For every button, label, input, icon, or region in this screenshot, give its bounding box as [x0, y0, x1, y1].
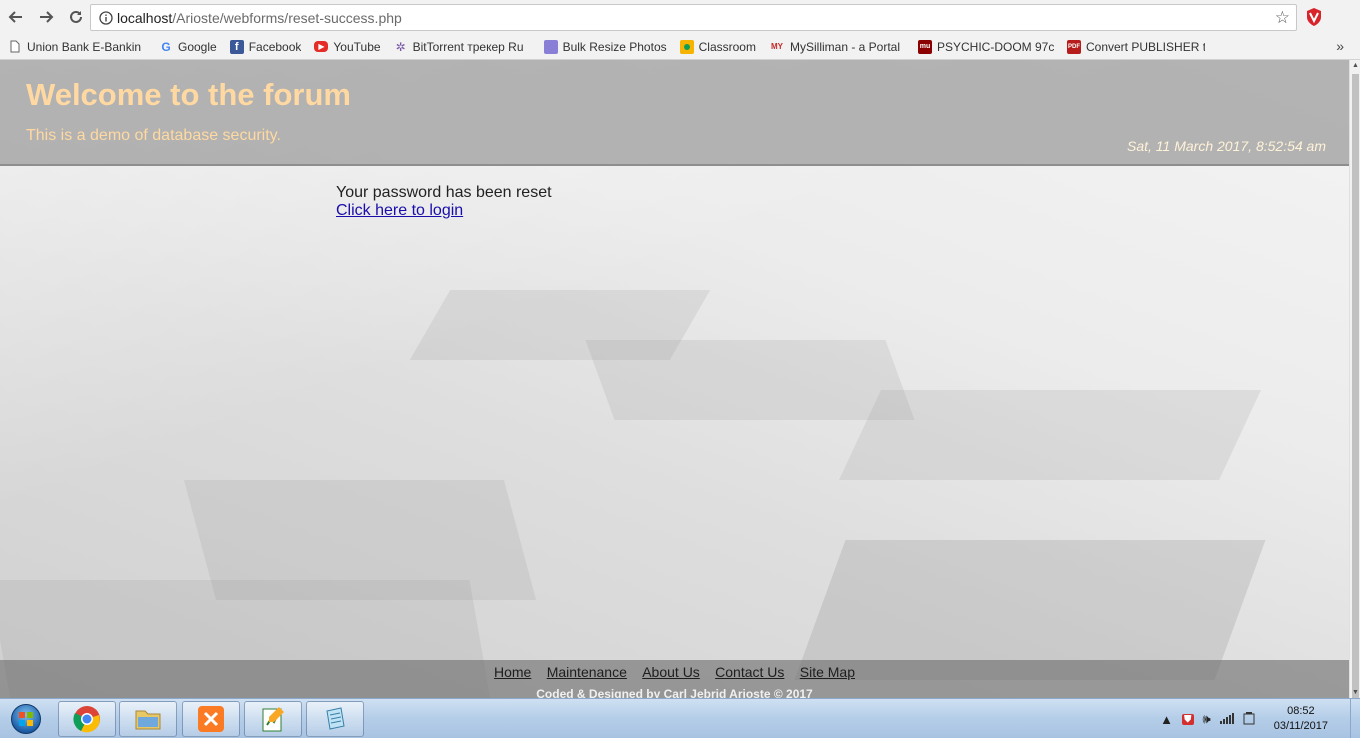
taskbar-explorer-app[interactable]: [119, 701, 177, 737]
system-tray: ▲ ⛊ 🕪 08:52 03/11/2017: [1160, 699, 1360, 738]
windows-taskbar: ▲ ⛊ 🕪 08:52 03/11/2017: [0, 698, 1360, 738]
taskbar-notepad-app[interactable]: [244, 701, 302, 737]
background-facet: [839, 390, 1261, 480]
mysilliman-icon: MY: [770, 42, 783, 51]
bookmark-label: Google: [178, 39, 217, 54]
more-bookmarks-icon[interactable]: »: [1336, 38, 1344, 54]
bookmark-label: Facebook: [248, 39, 302, 54]
reset-message-panel: Your password has been reset Click here …: [336, 184, 552, 220]
bittorrent-icon: ✲: [395, 39, 406, 54]
info-icon[interactable]: [95, 10, 117, 25]
page-viewport: Welcome to the forum This is a demo of d…: [0, 60, 1349, 698]
xampp-icon: [198, 706, 224, 732]
site-title: Welcome to the forum: [26, 77, 351, 112]
footer-link-home[interactable]: Home: [494, 664, 531, 680]
bookmark-bittorrent[interactable]: ✲ BitTorrent трекер Ru: [394, 40, 531, 54]
background-facet: [794, 540, 1266, 680]
mu-icon: mu: [917, 39, 932, 54]
bookmark-facebook[interactable]: f Facebook: [229, 39, 302, 54]
bookmark-classroom[interactable]: Classroom: [679, 39, 756, 54]
facebook-icon: f: [229, 39, 244, 54]
bookmark-google[interactable]: G Google: [159, 39, 217, 54]
page-scrollbar[interactable]: ▲ ▼: [1349, 60, 1360, 704]
taskbar-xampp-app[interactable]: [182, 701, 240, 737]
bookmark-convert-publisher[interactable]: PDF Convert PUBLISHER t: [1066, 39, 1205, 54]
start-button[interactable]: [4, 701, 48, 737]
scroll-up-icon[interactable]: ▲: [1352, 62, 1359, 69]
folder-icon: [135, 710, 161, 730]
footer-link-about-us[interactable]: About Us: [642, 664, 700, 680]
clock-time: 08:52: [1287, 705, 1315, 717]
bulk-resize-icon: [543, 39, 558, 54]
bookmark-bulk-resize[interactable]: Bulk Resize Photos: [543, 39, 667, 54]
bookmark-label: YouTube: [333, 39, 381, 54]
notepad-icon: [262, 707, 284, 732]
bookmark-label: Bulk Resize Photos: [562, 39, 667, 54]
shield-extension-icon[interactable]: [1305, 7, 1323, 27]
footer-credit: Coded & Designed by Carl Jebrid Arioste …: [536, 687, 813, 698]
classroom-icon: [679, 39, 694, 54]
bookmark-star-icon[interactable]: ☆: [1275, 8, 1290, 28]
bookmark-label: PSYCHIC-DOOM 97c: [936, 39, 1054, 54]
address-bar[interactable]: localhost/Arioste/webforms/reset-success…: [90, 4, 1297, 31]
background-facet: [585, 340, 915, 420]
url-host: localhost: [117, 9, 173, 26]
page-icon: [8, 40, 22, 54]
site-header: Welcome to the forum This is a demo of d…: [0, 60, 1349, 166]
footer-nav: Home Maintenance About Us Contact Us Sit…: [0, 664, 1349, 680]
chrome-icon: [73, 706, 100, 733]
show-hidden-icons-icon[interactable]: ▲: [1160, 712, 1173, 727]
bookmark-mysilliman[interactable]: MY MySilliman - a Portal: [769, 40, 905, 54]
site-footer: Home Maintenance About Us Contact Us Sit…: [0, 660, 1349, 698]
taskbar-editor-app[interactable]: [306, 701, 364, 737]
power-icon[interactable]: [1243, 711, 1255, 728]
scrollbar-thumb[interactable]: [1352, 74, 1359, 704]
network-icon[interactable]: [1219, 712, 1234, 727]
volume-icon[interactable]: 🕪: [1203, 711, 1211, 727]
login-link[interactable]: Click here to login: [336, 202, 463, 219]
bookmark-label: MySilliman - a Portal: [789, 39, 901, 54]
antivirus-icon[interactable]: ⛊: [1182, 713, 1194, 725]
browser-toolbar: localhost/Arioste/webforms/reset-success…: [0, 0, 1360, 34]
url-path: /Arioste/webforms/reset-success.php: [172, 9, 402, 26]
forward-button[interactable]: [32, 3, 60, 31]
site-subtitle: This is a demo of database security.: [26, 127, 281, 144]
footer-link-site-map[interactable]: Site Map: [800, 664, 855, 680]
footer-link-contact-us[interactable]: Contact Us: [715, 664, 784, 680]
pdf-icon: PDF: [1066, 39, 1081, 54]
footer-link-maintenance[interactable]: Maintenance: [547, 664, 627, 680]
bookmark-label: BitTorrent трекер Ru: [412, 39, 524, 54]
url-text: localhost/Arioste/webforms/reset-success…: [117, 10, 402, 26]
bookmark-psychic-doom[interactable]: mu PSYCHIC-DOOM 97c: [917, 39, 1054, 54]
bookmarks-bar: Union Bank E-Bankin G Google f Facebook …: [0, 34, 1360, 60]
notebook-icon: [326, 707, 345, 730]
youtube-icon: ▶: [314, 41, 329, 52]
taskbar-chrome-app[interactable]: [58, 701, 116, 737]
bookmark-label: Classroom: [698, 39, 756, 54]
bookmark-label: Convert PUBLISHER t: [1085, 39, 1205, 54]
reload-icon: [70, 10, 82, 23]
arrow-left-icon: [8, 11, 22, 23]
back-button[interactable]: [2, 3, 30, 31]
bookmark-union-bank[interactable]: Union Bank E-Bankin: [8, 40, 146, 54]
scroll-down-icon[interactable]: ▼: [1352, 689, 1359, 696]
show-desktop-button[interactable]: [1350, 699, 1360, 738]
google-icon: G: [161, 39, 171, 54]
reset-success-message: Your password has been reset: [336, 184, 552, 201]
bookmark-label: Union Bank E-Bankin: [27, 39, 142, 54]
system-clock[interactable]: 08:52 03/11/2017: [1274, 704, 1328, 734]
clock-date: 03/11/2017: [1273, 720, 1328, 732]
site-datetime: Sat, 11 March 2017, 8:52:54 am: [1127, 138, 1326, 154]
reload-button[interactable]: [62, 3, 90, 31]
bookmark-youtube[interactable]: ▶ YouTube: [314, 39, 381, 54]
windows-logo-icon: [11, 704, 41, 734]
arrow-right-icon: [40, 11, 54, 23]
